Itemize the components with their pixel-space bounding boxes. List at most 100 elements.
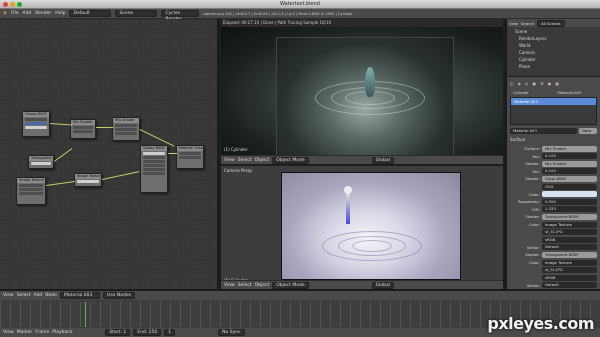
select-menu[interactable]: Select <box>238 158 252 163</box>
outliner-search-menu[interactable]: Search <box>521 21 534 26</box>
menu-add[interactable]: Add <box>22 11 31 16</box>
property-field[interactable]: sf_31.JPG <box>542 267 597 274</box>
property-field[interactable]: Image Texture <box>542 259 597 266</box>
scene-tab-icon[interactable]: ◈ <box>518 81 521 86</box>
outliner-item[interactable]: Plane <box>519 64 530 69</box>
node-glossy-bsdf-2[interactable]: Glossy BSDF <box>140 145 168 193</box>
tl-marker-menu[interactable]: Marker <box>17 330 33 335</box>
outliner-item[interactable]: Scene <box>515 29 527 34</box>
node-mix-shader-1[interactable]: Mix Shader <box>70 119 96 139</box>
select-menu[interactable]: Select <box>238 283 252 288</box>
node-image-texture-2[interactable]: Image Texture <box>74 173 102 187</box>
property-label: Fac: <box>532 168 540 174</box>
outliner-item[interactable]: Camera <box>519 50 535 55</box>
node-mix-shader-2[interactable]: Mix Shader <box>112 117 140 141</box>
material-name-field[interactable]: Material.003 <box>510 127 577 134</box>
camera-view-header: View Select Object Object Mode Global <box>221 280 503 289</box>
outliner-item[interactable]: RenderLayers <box>519 36 546 41</box>
node-editor[interactable]: Glossy BSDF Mix Shader Mix Shader Glossy… <box>0 19 219 289</box>
view-menu[interactable]: View <box>224 158 235 163</box>
property-field[interactable]: 1.333 <box>542 206 597 213</box>
node-add-menu[interactable]: Add <box>34 293 43 298</box>
node-material-select[interactable]: Material.003 <box>60 292 101 299</box>
view-menu[interactable]: View <box>224 283 235 288</box>
context-material: Material.003 <box>557 89 582 95</box>
material-slot-item[interactable]: Material.003 <box>511 98 596 105</box>
outliner-item[interactable]: World <box>519 43 530 48</box>
property-row: Fac: 0.100 <box>510 153 597 160</box>
property-label: Surface: <box>524 146 540 151</box>
modifier-tab-icon[interactable]: ⚙ <box>540 81 544 86</box>
mode-select[interactable]: Object Mode <box>272 281 309 289</box>
world-tab-icon[interactable]: ◎ <box>525 81 529 86</box>
property-row: Shader: Mix Shader <box>510 160 597 167</box>
tl-playback-menu[interactable]: Playback <box>52 330 72 335</box>
pivot-global-select[interactable]: Global <box>371 281 394 289</box>
property-field[interactable]: sf_31.JPG <box>542 229 597 236</box>
material-slot-list[interactable]: Material.003 <box>510 97 597 125</box>
sync-select[interactable]: No Sync <box>218 329 245 336</box>
property-field[interactable]: 0.500 <box>542 198 597 205</box>
property-field[interactable]: sRGB <box>542 236 597 243</box>
property-field[interactable]: Glass BSDF <box>542 175 597 182</box>
material-tab-icon[interactable]: ● <box>548 81 552 86</box>
blender-logo-icon[interactable]: ◉ <box>3 11 7 16</box>
menu-help[interactable]: Help <box>55 11 65 16</box>
outliner-view-menu[interactable]: View <box>509 21 518 26</box>
menu-render[interactable]: Render <box>35 11 51 16</box>
property-field[interactable]: Transparent BSDF <box>542 213 597 220</box>
node-menu[interactable]: Node <box>45 293 57 298</box>
current-frame-cursor[interactable] <box>85 302 86 327</box>
outliner-item[interactable]: Cylinder <box>519 57 536 62</box>
node-image-texture-1[interactable]: Image Texture <box>16 177 46 205</box>
property-field[interactable]: sRGB <box>542 274 597 281</box>
property-label: Color: <box>528 260 540 265</box>
property-row: Shader: Transparent BSDF <box>510 251 597 258</box>
outliner-filter-select[interactable]: All Scenes <box>537 19 565 27</box>
property-field[interactable] <box>542 191 597 198</box>
node-view-menu[interactable]: View <box>3 293 14 298</box>
surface-panel-title[interactable]: Surface <box>510 137 525 142</box>
property-field[interactable]: Default <box>542 282 597 289</box>
property-field[interactable]: Mix Shader <box>542 145 597 152</box>
property-field[interactable]: Image Texture <box>542 221 597 228</box>
end-frame-field[interactable]: End: 250 <box>133 329 162 336</box>
render-tab-icon[interactable]: ◫ <box>510 81 514 86</box>
current-frame-field[interactable]: 1 <box>164 329 176 336</box>
object-menu[interactable]: Object <box>255 158 270 163</box>
texture-tab-icon[interactable]: ▦ <box>555 81 559 86</box>
property-field[interactable]: Default <box>542 244 597 251</box>
screen-layout-select[interactable]: Default <box>69 10 112 17</box>
render-viewport[interactable]: Elapsed: 00:27.10 | Done | Path Tracing … <box>221 19 503 157</box>
property-row: Vector: Default <box>510 282 597 289</box>
scene-select[interactable]: Scene <box>115 10 158 17</box>
node-link <box>96 127 113 128</box>
start-frame-field[interactable]: Start: 1 <box>105 329 131 336</box>
node-select-menu[interactable]: Select <box>17 293 31 298</box>
property-field[interactable]: 0.100 <box>542 168 597 175</box>
node-transparent-bsdf[interactable]: Transparent BSDF <box>28 155 54 169</box>
property-field[interactable]: Mix Shader <box>542 160 597 167</box>
property-row: sRGB <box>510 236 597 243</box>
mode-select[interactable]: Object Mode <box>272 156 309 164</box>
data-select[interactable]: Data <box>579 127 597 134</box>
tl-view-menu[interactable]: View <box>3 330 14 335</box>
property-field[interactable]: 0.100 <box>542 153 597 160</box>
node-material-output[interactable]: Material Output <box>176 145 204 169</box>
material-datablock-row: Material.003 Data <box>510 127 597 134</box>
context-object: Cylinder <box>513 89 529 95</box>
object-tab-icon[interactable]: ▣ <box>532 81 536 86</box>
property-field[interactable]: GGX <box>542 183 597 190</box>
node-link <box>168 153 177 154</box>
property-label: Roughness: <box>518 199 540 205</box>
property-field[interactable]: Transparent BSDF <box>542 251 597 258</box>
use-nodes-toggle[interactable]: Use Nodes <box>103 292 135 299</box>
tl-frame-menu[interactable]: Frame <box>35 330 49 335</box>
camera-viewport[interactable]: Camera Persp (1) Cylinder <box>221 166 503 288</box>
property-row: sRGB <box>510 274 597 281</box>
node-glossy-bsdf[interactable]: Glossy BSDF <box>22 111 50 137</box>
object-menu[interactable]: Object <box>255 283 270 288</box>
render-engine-select[interactable]: Cycles Render <box>161 10 200 22</box>
menu-file[interactable]: File <box>11 11 19 16</box>
pivot-global-select[interactable]: Global <box>371 156 394 164</box>
